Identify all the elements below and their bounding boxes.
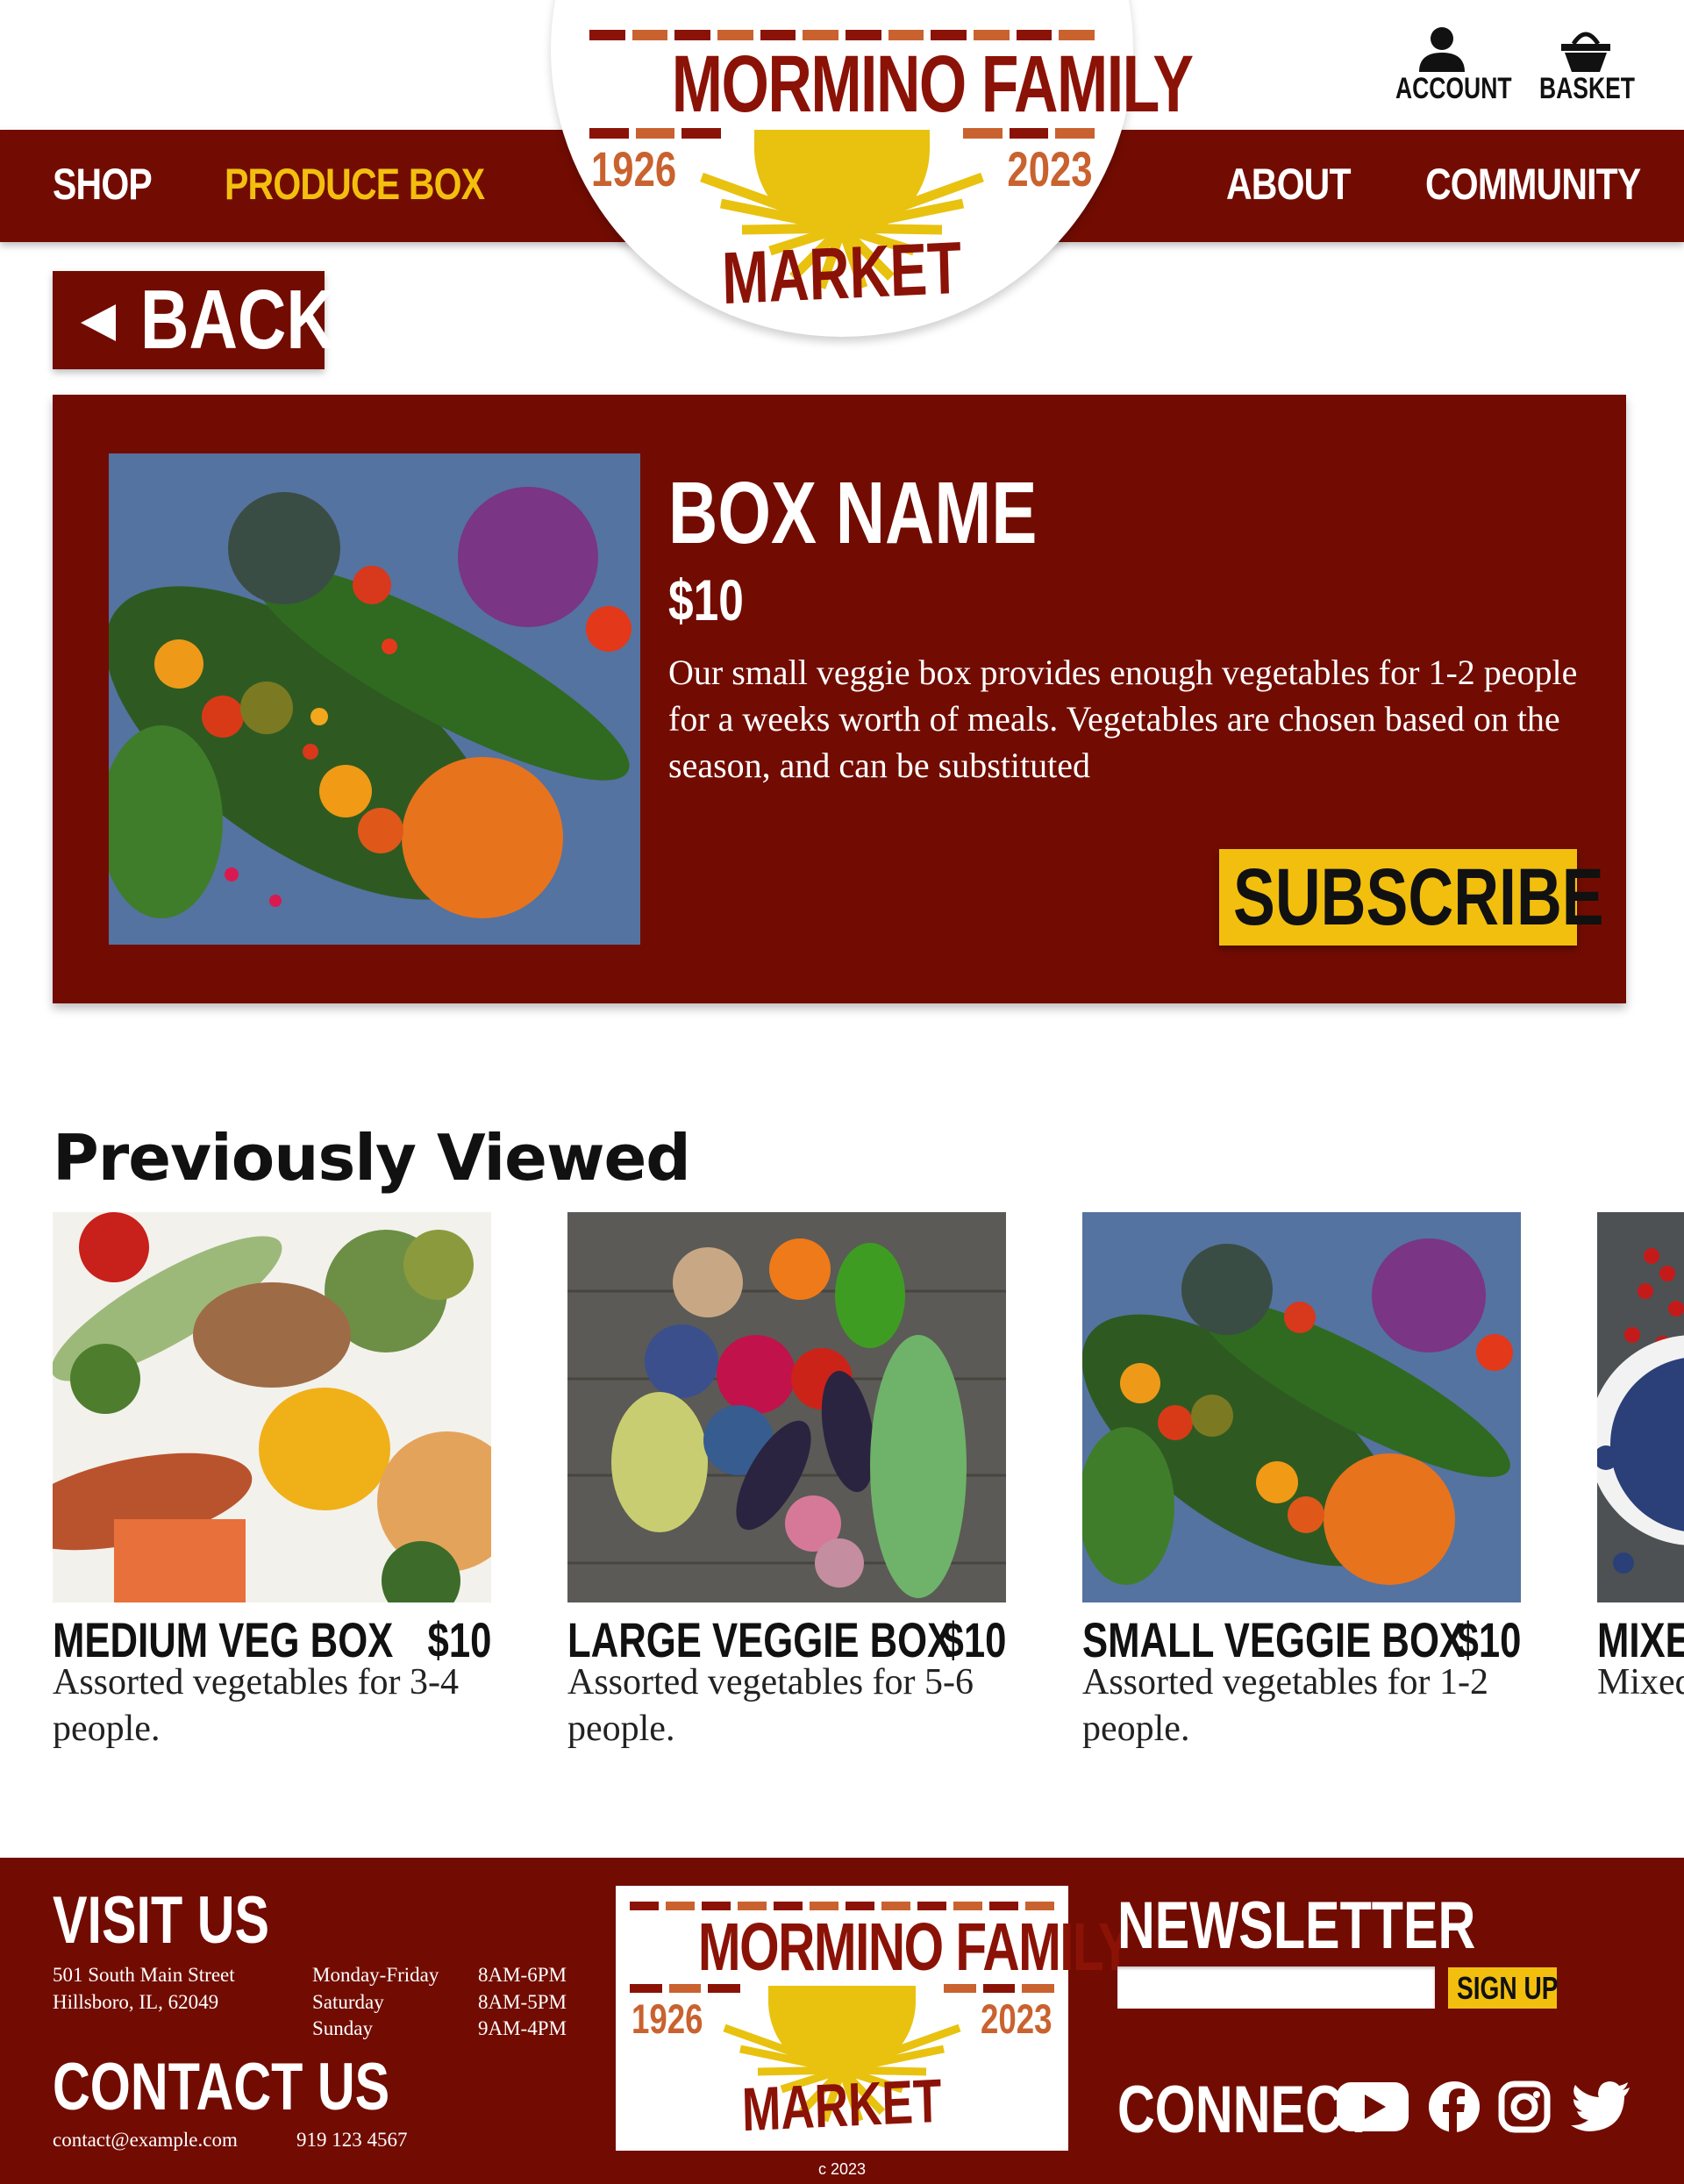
product-card: BOX NAME $10 Our small veggie box provid… xyxy=(53,395,1626,1003)
nav-community[interactable]: COMMUNITY xyxy=(1425,158,1641,211)
hours-days: Monday-Friday xyxy=(312,1964,439,1986)
vegetables-photo xyxy=(567,1212,1006,1602)
previously-viewed-title: Previously Viewed xyxy=(53,1121,691,1195)
nav-produce-box[interactable]: PRODUCE BOX xyxy=(225,158,485,211)
basket-label: BASKET xyxy=(1538,72,1636,105)
copyright: c 2023 xyxy=(817,2160,867,2178)
logo-market: MARKET xyxy=(721,225,963,320)
product-thumbnail xyxy=(1597,1212,1684,1602)
facebook-icon[interactable] xyxy=(1428,2081,1481,2138)
footer-logo[interactable]: MORMINO FAMILY 1926 2023 MARKET xyxy=(616,1886,1132,2151)
header-logo[interactable]: MORMINO FAMILY 1926 2023 MARKET xyxy=(589,26,1194,320)
contact-email[interactable]: contact@example.com xyxy=(53,2126,238,2153)
card-description: Assorted vegetables for 3-4 people. xyxy=(53,1662,460,1749)
address-line-2: Hillsboro, IL, 62049 xyxy=(53,1991,219,2013)
product-thumbnail xyxy=(567,1212,1006,1602)
product-price: $10 xyxy=(668,567,744,632)
product-card-mixed[interactable]: MIXED Mixed people xyxy=(1597,1212,1684,1774)
vegetables-photo xyxy=(53,1212,491,1602)
newsletter-heading: NEWSLETTER xyxy=(1117,1888,1476,1963)
basket-icon xyxy=(1561,32,1610,72)
signup-button[interactable]: SIGN UP xyxy=(1448,1967,1559,2009)
account-icon xyxy=(1419,27,1465,72)
logo-title: MORMINO FAMILY xyxy=(671,39,1194,129)
vegetables-photo xyxy=(109,453,640,945)
back-button[interactable]: BACK xyxy=(53,271,335,369)
product-thumbnail xyxy=(1082,1212,1521,1602)
back-arrow-icon xyxy=(81,304,116,341)
logo-year-end: 2023 xyxy=(1007,141,1093,196)
product-thumbnail xyxy=(53,1212,491,1602)
subscribe-button[interactable]: SUBSCRIBE xyxy=(1219,849,1604,946)
signup-label: SIGN UP xyxy=(1457,1970,1559,2006)
contact-phone[interactable]: 919 123 4567 xyxy=(296,2126,408,2153)
product-name: BOX NAME xyxy=(668,464,1038,562)
footer-logo-mark: MORMINO FAMILY 1926 2023 MARKET xyxy=(630,1898,1132,2145)
logo-stripes-right xyxy=(963,128,1095,139)
visit-us-heading: VISIT US xyxy=(53,1883,270,1958)
logo-year-end: 2023 xyxy=(981,1995,1052,2042)
youtube-icon[interactable] xyxy=(1337,2081,1409,2138)
card-description: Assorted vegetables for 1-2 people. xyxy=(1082,1662,1489,1749)
product-description: Our small veggie box provides enough veg… xyxy=(668,653,1578,785)
nav-about[interactable]: ABOUT xyxy=(1226,158,1351,211)
nav-shop[interactable]: SHOP xyxy=(53,158,153,211)
hours-time: 8AM-6PM xyxy=(478,1964,567,1986)
instagram-icon[interactable] xyxy=(1498,2081,1551,2138)
logo-stripes-left xyxy=(630,1984,741,1993)
account-label: ACCOUNT xyxy=(1395,72,1512,105)
card-description: Assorted vegetables for 5-6 people. xyxy=(567,1662,974,1749)
hours-time: 8AM-5PM xyxy=(478,1991,567,2013)
berries-photo xyxy=(1597,1212,1684,1602)
logo-title: MORMINO FAMILY xyxy=(697,1909,1132,1985)
hours-days: Sunday xyxy=(312,2017,373,2039)
product-card-large[interactable]: LARGE VEGGIE BOX $10 Assorted vegetables… xyxy=(567,1212,1006,1774)
logo-year-start: 1926 xyxy=(632,1995,703,2042)
product-card-small[interactable]: SMALL VEGGIE BOX $10 Assorted vegetables… xyxy=(1082,1212,1521,1774)
newsletter-email-input[interactable] xyxy=(1117,1966,1435,2009)
subscribe-label: SUBSCRIBE xyxy=(1233,853,1604,942)
hours-days: Saturday xyxy=(312,1991,384,2013)
account-button[interactable]: ACCOUNT xyxy=(1382,26,1512,106)
logo-year-start: 1926 xyxy=(591,141,677,196)
product-image xyxy=(109,453,640,945)
address-line-1: 501 South Main Street xyxy=(53,1964,235,1986)
twitter-icon[interactable] xyxy=(1570,2081,1631,2138)
hours-time: 9AM-4PM xyxy=(478,2017,567,2039)
logo-stripes-left xyxy=(589,128,722,139)
logo-market: MARKET xyxy=(741,2066,943,2145)
back-label: BACK xyxy=(140,273,335,367)
product-card-medium[interactable]: MEDIUM VEG BOX $10 Assorted vegetables f… xyxy=(53,1212,491,1774)
card-description: Mixed people xyxy=(1597,1662,1684,1702)
logo-stripes-right xyxy=(944,1984,1055,1993)
basket-button[interactable]: BASKET xyxy=(1526,26,1645,106)
vegetables-photo xyxy=(1082,1212,1521,1602)
contact-us-heading: CONTACT US xyxy=(53,2050,390,2124)
